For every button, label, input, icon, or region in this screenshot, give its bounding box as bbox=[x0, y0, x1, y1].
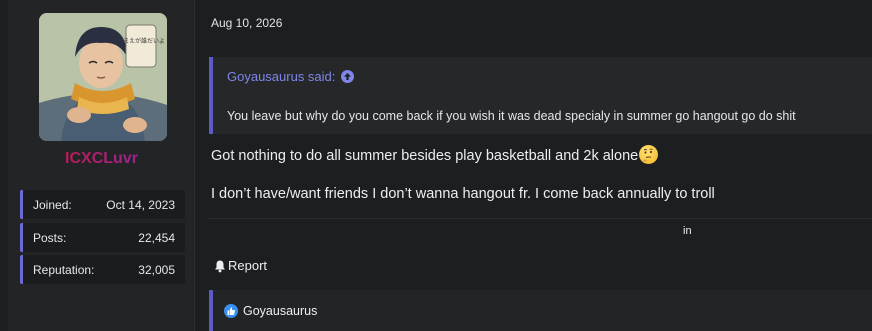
user-sidebar: おまえが誰だいよ ICXCLuvr Joined: Oct 14, 2023 P… bbox=[8, 0, 195, 331]
stat-reputation: Reputation: 32,005 bbox=[20, 255, 185, 284]
stat-label: Joined: bbox=[33, 197, 72, 212]
like-icon bbox=[224, 303, 238, 318]
stat-value: 32,005 bbox=[138, 262, 175, 277]
user-avatar[interactable]: おまえが誰だいよ bbox=[39, 13, 167, 141]
signature-divider bbox=[209, 218, 872, 219]
arrow-up-icon[interactable] bbox=[341, 70, 355, 83]
quote-author: Goyausaurus said: bbox=[227, 69, 336, 84]
stat-posts: Posts: 22,454 bbox=[20, 223, 185, 252]
post-body-line-1: Got nothing to do all summer besides pla… bbox=[211, 145, 659, 164]
quote-block: Goyausaurus said: You leave but why do y… bbox=[209, 57, 872, 134]
report-button[interactable]: Report bbox=[213, 258, 267, 273]
stat-label: Reputation: bbox=[33, 262, 95, 277]
username[interactable]: ICXCLuvr bbox=[8, 150, 195, 168]
signature-text: in bbox=[683, 225, 692, 237]
stat-joined: Joined: Oct 14, 2023 bbox=[20, 190, 185, 219]
avatar-speech-text: おまえが誰だいよ bbox=[117, 37, 165, 45]
post-body-line-2: I don’t have/want friends I don’t wanna … bbox=[211, 186, 715, 202]
avatar-illustration: おまえが誰だいよ bbox=[39, 13, 167, 141]
reactions-bar[interactable]: Goyausaurus bbox=[209, 290, 872, 331]
quote-author-link[interactable]: Goyausaurus said: bbox=[227, 69, 355, 84]
stat-value: 22,454 bbox=[138, 230, 175, 245]
thinking-face-icon bbox=[639, 145, 659, 164]
quote-text: You leave but why do you come back if yo… bbox=[227, 109, 796, 123]
bell-icon bbox=[215, 260, 225, 272]
post-main: Aug 10, 2026 Goyausaurus said: You leave… bbox=[196, 0, 872, 331]
post-date[interactable]: Aug 10, 2026 bbox=[211, 16, 282, 30]
reaction-user[interactable]: Goyausaurus bbox=[243, 304, 317, 318]
stat-value: Oct 14, 2023 bbox=[106, 197, 175, 212]
post-text: Got nothing to do all summer besides pla… bbox=[211, 148, 639, 164]
stat-label: Posts: bbox=[33, 230, 67, 245]
report-label: Report bbox=[228, 258, 268, 273]
